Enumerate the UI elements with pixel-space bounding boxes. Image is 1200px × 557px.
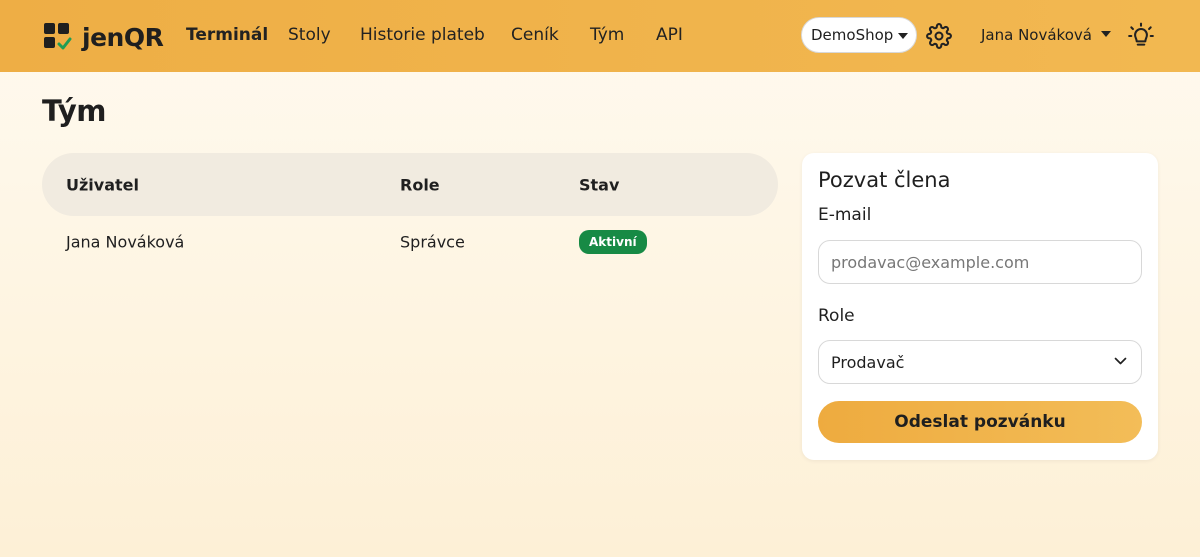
jenqr-logo-icon	[44, 23, 72, 51]
nav-item-historie-plateb[interactable]: Historie plateb	[360, 25, 485, 45]
gear-icon[interactable]	[926, 23, 952, 49]
user-menu[interactable]: Jana Nováková	[981, 26, 1111, 44]
nav-item-cenik[interactable]: Ceník	[511, 25, 559, 45]
shop-selector-value: DemoShop	[811, 26, 894, 44]
nav-item-terminal[interactable]: Terminál	[186, 25, 268, 45]
column-header-user: Uživatel	[66, 175, 139, 194]
table-header: Uživatel Role Stav	[42, 153, 778, 216]
table-row: Jana Nováková Správce Aktivní	[42, 216, 778, 268]
page-title: Tým	[42, 94, 106, 128]
status-badge: Aktivní	[579, 230, 647, 254]
cell-status: Aktivní	[579, 230, 647, 254]
caret-down-icon	[1100, 30, 1111, 37]
brand-name: jenQR	[82, 22, 164, 52]
nav-item-tym[interactable]: Tým	[590, 25, 624, 45]
lightbulb-icon[interactable]	[1128, 22, 1154, 48]
column-header-status: Stav	[579, 175, 620, 194]
chevron-down-icon	[1114, 357, 1127, 365]
email-label: E-mail	[818, 205, 872, 225]
role-select[interactable]: Prodavač	[818, 340, 1142, 384]
invite-member-card: Pozvat člena E-mail Role Prodavač Odesla…	[802, 153, 1158, 460]
send-invitation-button[interactable]: Odeslat pozvánku	[818, 401, 1142, 443]
brand[interactable]: jenQR	[44, 22, 164, 52]
role-select-value: Prodavač	[831, 352, 905, 372]
top-navbar: jenQR Terminál Stoly Historie plateb Cen…	[0, 0, 1200, 72]
caret-down-icon	[898, 33, 908, 39]
role-label: Role	[818, 306, 855, 326]
nav-item-api[interactable]: API	[656, 25, 683, 45]
cell-user: Jana Nováková	[66, 232, 185, 252]
email-input[interactable]	[818, 240, 1142, 284]
cell-role: Správce	[400, 232, 465, 252]
team-table: Uživatel Role Stav Jana Nováková Správce…	[42, 153, 778, 268]
invite-card-title: Pozvat člena	[818, 168, 951, 192]
nav-item-stoly[interactable]: Stoly	[288, 25, 331, 45]
shop-selector[interactable]: DemoShop	[801, 17, 917, 53]
user-name: Jana Nováková	[981, 26, 1092, 44]
column-header-role: Role	[400, 175, 440, 194]
